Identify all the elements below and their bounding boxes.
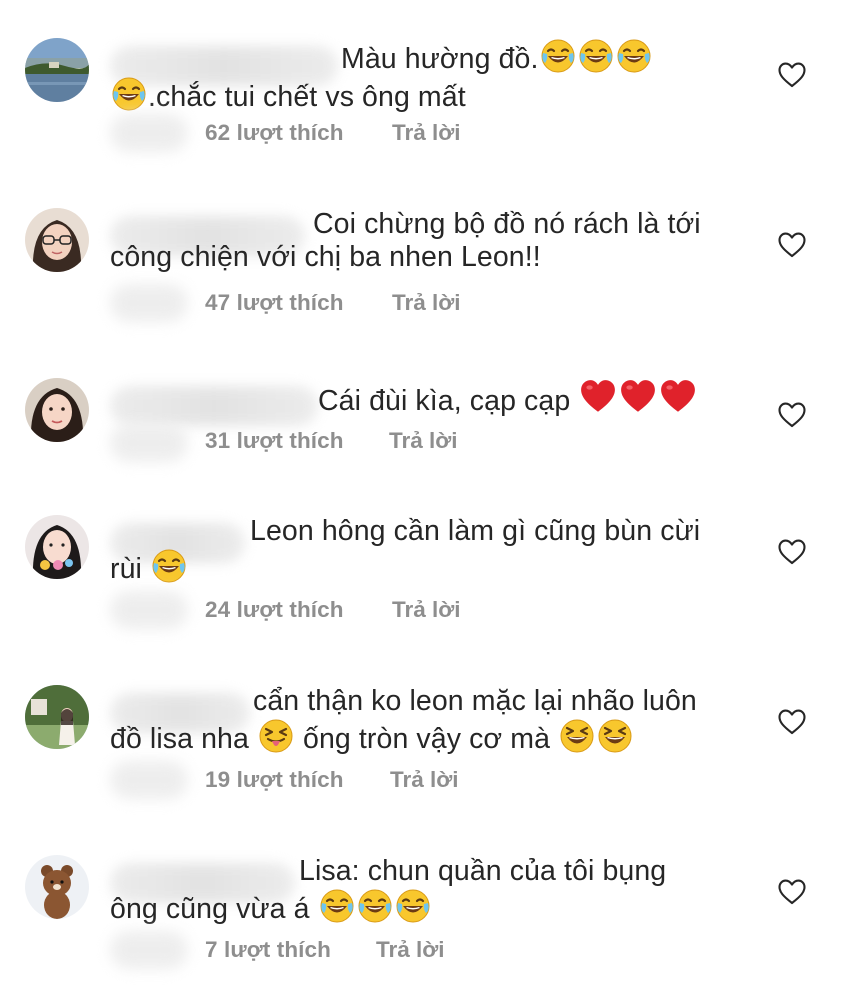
- reply-button[interactable]: Trả lời: [389, 428, 458, 454]
- grinning-squint-emoji: [559, 718, 595, 754]
- comment-text-line: .chắc tui chết vs ông mất: [148, 81, 466, 113]
- girl-sticker-avatar[interactable]: [25, 515, 89, 579]
- comment-item: Coi chừng bộ đồ nó rách là tới công chiệ…: [0, 208, 849, 378]
- timestamp-blurred: [110, 591, 188, 629]
- timestamp-blurred: [110, 931, 188, 969]
- reply-button[interactable]: Trả lời: [392, 290, 461, 316]
- timestamp-blurred: [110, 424, 188, 462]
- comment-text-line: ông cũng vừa á: [110, 893, 310, 925]
- comment-text-line: công chiện với chị ba nhen Leon!!: [110, 241, 541, 273]
- comment-item: Leon hông cần làm gì cũng bùn cừi rùi 24…: [0, 515, 849, 685]
- red-heart-emoji: [619, 378, 657, 416]
- laughing-tears-emoji: [540, 38, 576, 74]
- like-count[interactable]: 7 lượt thích: [205, 937, 331, 963]
- comment-list: Màu hường đồ. .chắc tui chết vs ông mất …: [0, 0, 849, 1000]
- comment-item: Màu hường đồ. .chắc tui chết vs ông mất …: [0, 38, 849, 208]
- like-count[interactable]: 19 lượt thích: [205, 767, 344, 793]
- comment-text: Màu hường đồ. .chắc tui chết vs ông mất: [110, 38, 730, 114]
- heart-outline-icon[interactable]: [778, 709, 806, 735]
- like-count[interactable]: 62 lượt thích: [205, 120, 344, 146]
- laughing-tears-emoji: [616, 38, 652, 74]
- heart-outline-icon[interactable]: [778, 402, 806, 428]
- tongue-wink-emoji: [258, 718, 294, 754]
- timestamp-blurred: [110, 114, 188, 152]
- like-count[interactable]: 31 lượt thích: [205, 428, 344, 454]
- laughing-tears-emoji: [151, 548, 187, 584]
- timestamp-blurred: [110, 761, 188, 799]
- girl-portrait-avatar[interactable]: [25, 378, 89, 442]
- comment-text-line: rùi: [110, 553, 142, 585]
- comment-text-line: Lisa: chun quần của tôi bụng: [299, 855, 667, 887]
- comment-item: cẩn thận ko leon mặc lại nhão luôn đồ li…: [0, 685, 849, 855]
- comment-item: Lisa: chun quần của tôi bụng ông cũng vừ…: [0, 855, 849, 1000]
- reply-button[interactable]: Trả lời: [392, 120, 461, 146]
- like-count[interactable]: 47 lượt thích: [205, 290, 344, 316]
- red-heart-emoji: [659, 378, 697, 416]
- comment-text-line: đồ lisa nha: [110, 723, 249, 755]
- red-heart-emoji: [579, 378, 617, 416]
- comment-text: Cái đùi kìa, cạp cạp: [110, 378, 730, 418]
- like-count[interactable]: 24 lượt thích: [205, 597, 344, 623]
- comment-text: cẩn thận ko leon mặc lại nhão luôn đồ li…: [110, 685, 730, 756]
- comment-text-line: Màu hường đồ.: [341, 43, 539, 75]
- comment-text: Leon hông cần làm gì cũng bùn cừi rùi: [110, 515, 730, 586]
- heart-outline-icon[interactable]: [778, 232, 806, 258]
- brown-bear-avatar[interactable]: [25, 855, 89, 919]
- laughing-tears-emoji: [357, 888, 393, 924]
- laughing-tears-emoji: [395, 888, 431, 924]
- lake-landscape-avatar[interactable]: [25, 38, 89, 102]
- reply-button[interactable]: Trả lời: [392, 597, 461, 623]
- comment-text: Coi chừng bộ đồ nó rách là tới công chiệ…: [110, 208, 730, 274]
- grinning-squint-emoji: [597, 718, 633, 754]
- comment-text-line: ống tròn vậy cơ mà: [303, 723, 551, 755]
- heart-outline-icon[interactable]: [778, 879, 806, 905]
- girl-outdoor-avatar[interactable]: [25, 685, 89, 749]
- girl-glasses-avatar[interactable]: [25, 208, 89, 272]
- heart-outline-icon[interactable]: [778, 62, 806, 88]
- reply-button[interactable]: Trả lời: [376, 937, 445, 963]
- heart-outline-icon[interactable]: [778, 539, 806, 565]
- laughing-tears-emoji: [319, 888, 355, 924]
- timestamp-blurred: [110, 284, 188, 322]
- reply-button[interactable]: Trả lời: [390, 767, 459, 793]
- comment-text-line: Cái đùi kìa, cạp cạp: [318, 385, 571, 417]
- comment-text-line: Leon hông cần làm gì cũng bùn cừi: [250, 515, 701, 547]
- comment-text: Lisa: chun quần của tôi bụng ông cũng vừ…: [110, 855, 730, 926]
- comment-text-line: Coi chừng bộ đồ nó rách là tới: [313, 208, 701, 240]
- laughing-tears-emoji: [578, 38, 614, 74]
- laughing-tears-emoji: [111, 76, 147, 112]
- comment-text-line: cẩn thận ko leon mặc lại nhão luôn: [253, 685, 697, 717]
